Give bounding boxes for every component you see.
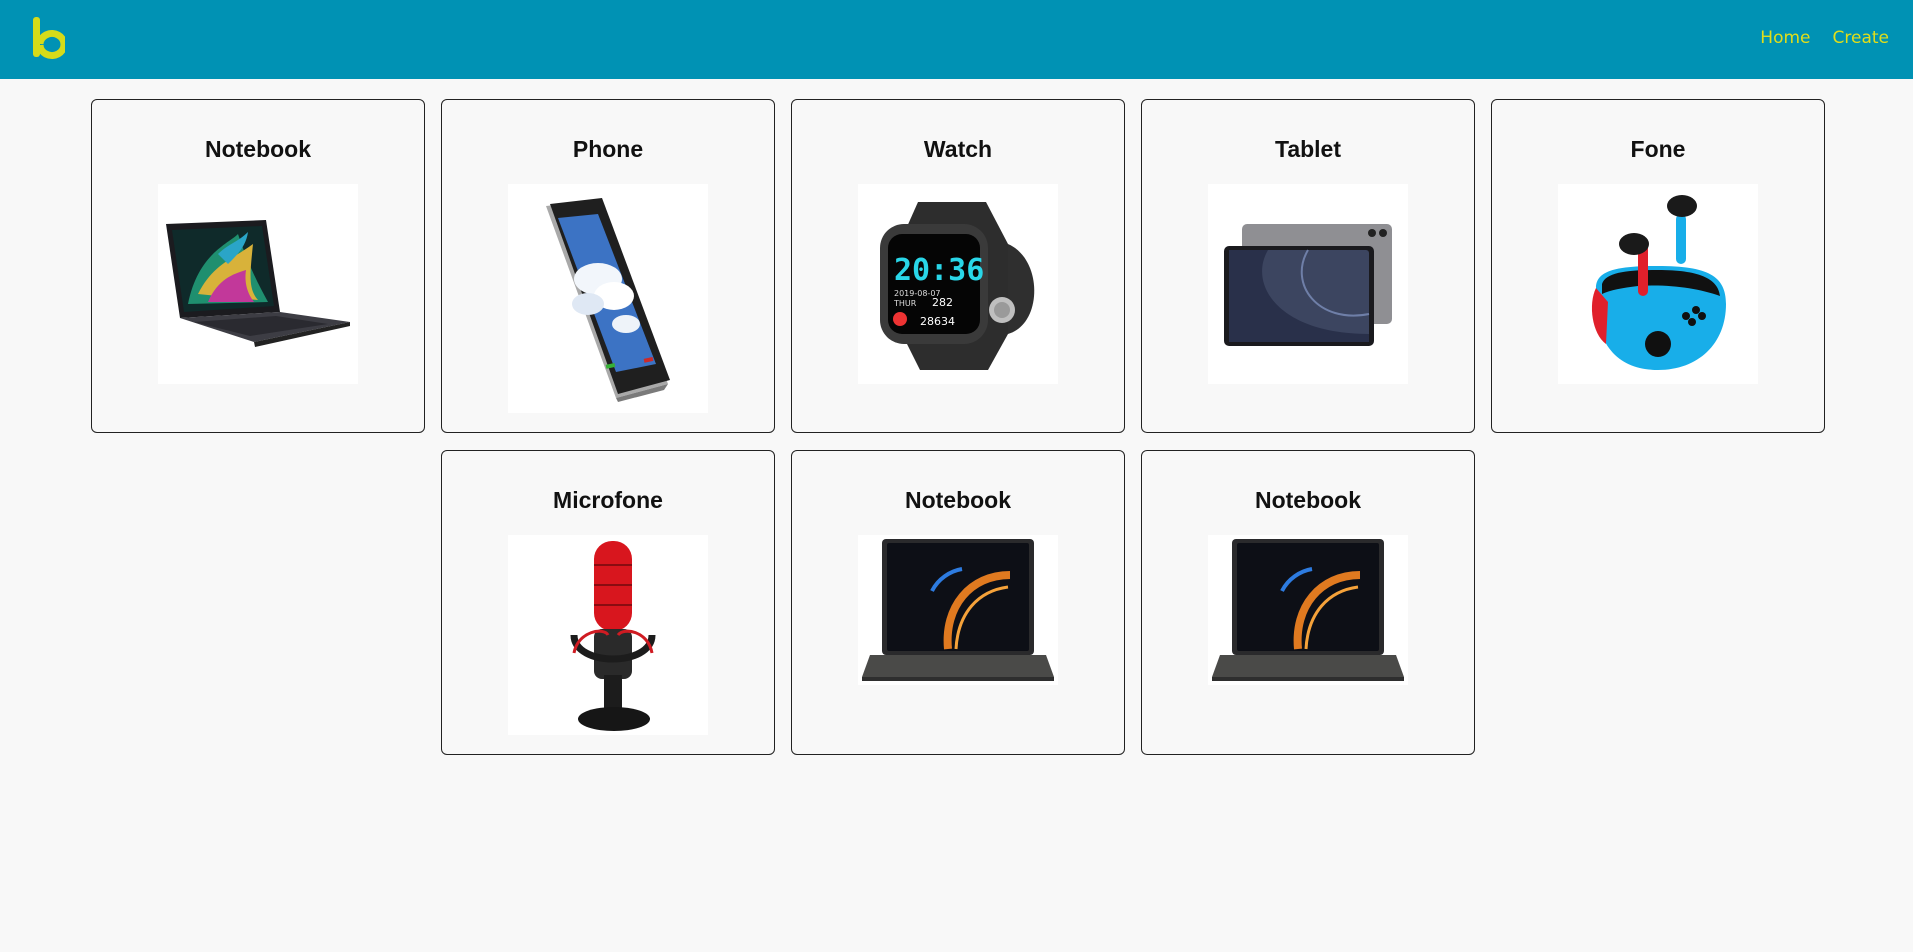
product-title: Microfone xyxy=(553,487,663,513)
b-logo-icon[interactable] xyxy=(31,15,65,61)
product-title: Fone xyxy=(1630,136,1686,162)
product-title: Watch xyxy=(923,136,993,162)
product-title: Notebook xyxy=(904,487,1012,513)
product-image xyxy=(1558,184,1758,384)
product-title: Tablet xyxy=(1274,136,1342,162)
product-image xyxy=(158,184,358,384)
product-card[interactable]: Notebook xyxy=(791,450,1125,755)
nav-create-link[interactable]: Create xyxy=(1833,28,1890,48)
svg-text:282: 282 xyxy=(932,296,953,309)
product-card[interactable]: Notebook xyxy=(1141,450,1475,755)
product-image xyxy=(1208,535,1408,685)
smartwatch-icon: 20:36 2019-08-07 THUR 282 28634 xyxy=(880,202,1035,370)
product-image: 20:36 2019-08-07 THUR 282 28634 xyxy=(858,184,1058,384)
product-title: Notebook xyxy=(204,136,312,162)
product-title: Phone xyxy=(572,136,644,162)
top-navbar: Home Create xyxy=(0,0,1913,79)
product-card[interactable]: Tablet xyxy=(1141,99,1475,433)
product-card[interactable]: Phone xyxy=(441,99,775,433)
product-title: Notebook xyxy=(1254,487,1362,513)
svg-text:20:36: 20:36 xyxy=(894,253,984,288)
product-card[interactable]: Notebook xyxy=(91,99,425,433)
laptop-dark-icon xyxy=(862,539,1054,681)
product-image xyxy=(508,535,708,735)
product-card[interactable]: Microfone xyxy=(441,450,775,755)
product-image xyxy=(508,184,708,413)
product-card[interactable]: Watch 20:36 2019-08-07 THUR 282 28634 xyxy=(791,99,1125,433)
tablet-icon xyxy=(1224,224,1392,346)
laptop-dark-icon xyxy=(1212,539,1404,681)
microphone-icon xyxy=(570,541,656,731)
svg-text:THUR: THUR xyxy=(893,299,917,308)
main-nav: Home Create xyxy=(1760,28,1889,48)
product-card[interactable]: Fone xyxy=(1491,99,1825,433)
svg-text:28634: 28634 xyxy=(920,315,955,328)
earbuds-icon xyxy=(1591,195,1726,370)
nav-home-link[interactable]: Home xyxy=(1760,28,1810,48)
product-image xyxy=(858,535,1058,685)
laptop-colorful-icon xyxy=(166,220,350,347)
product-image xyxy=(1208,184,1408,384)
smartphone-icon xyxy=(546,198,670,402)
